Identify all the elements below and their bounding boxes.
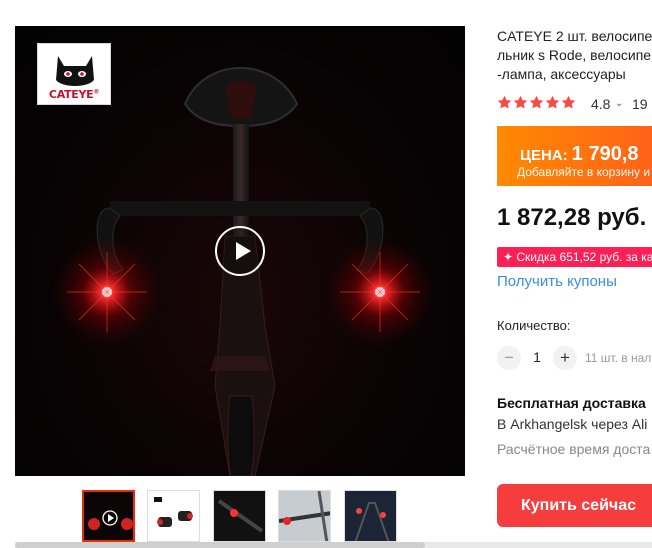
- product-main-image[interactable]: CATEYE®: [15, 26, 465, 476]
- price-note: Добавляйте в корзину и: [517, 165, 651, 179]
- review-count[interactable]: 19 (: [632, 96, 652, 112]
- shipping-time: Расчётное время доста: [497, 441, 651, 457]
- star-icon: [497, 95, 512, 109]
- quantity-label: Количество:: [497, 318, 571, 333]
- chevron-down-icon[interactable]: ⌄: [615, 98, 623, 109]
- quantity-increase-button[interactable]: +: [553, 346, 577, 370]
- thumbnail-4[interactable]: [278, 490, 331, 542]
- star-icon: [561, 95, 576, 109]
- get-coupons-link[interactable]: Получить купоны: [497, 273, 617, 290]
- quantity-decrease-button[interactable]: −: [497, 346, 521, 370]
- rating-row[interactable]: 4.8 ⌄ 19 (: [497, 95, 652, 113]
- scrollbar-thumb[interactable]: [15, 542, 425, 548]
- buy-now-button[interactable]: Купить сейчас: [497, 484, 652, 527]
- thumbnail-5[interactable]: [344, 490, 397, 542]
- shipping-route: В Arkhangelsk через Ali: [497, 416, 648, 432]
- shipping-title: Бесплатная доставка: [497, 395, 646, 411]
- play-icon[interactable]: [215, 226, 265, 276]
- thumbnail-1[interactable]: [82, 490, 135, 542]
- star-rating: [497, 95, 577, 115]
- thumbnail-strip: [82, 490, 398, 542]
- cat-face-icon: [56, 56, 94, 86]
- product-title: CATEYE 2 шт. велосипе льник s Rode, вело…: [497, 28, 652, 82]
- price-value: 1 790,8: [571, 143, 639, 165]
- logo-text: CATEYE®: [48, 88, 100, 101]
- thumbnail-3[interactable]: [213, 490, 266, 542]
- cateye-logo: CATEYE®: [37, 43, 111, 105]
- product-info-panel: CATEYE 2 шт. велосипе льник s Rode, вело…: [497, 0, 652, 548]
- discount-badge: ✦ Скидка 651,52 руб. за ка: [497, 247, 652, 267]
- price-banner: ЦЕНА: 1 790,8 Добавляйте в корзину и: [497, 126, 652, 186]
- star-icon: [529, 95, 544, 109]
- quantity-available: 11 шт. в нал: [585, 351, 652, 365]
- star-icon: [545, 95, 560, 109]
- price-label: ЦЕНА:: [520, 147, 572, 164]
- star-icon: [513, 95, 528, 109]
- quantity-value[interactable]: 1: [529, 349, 545, 365]
- thumbnail-2[interactable]: [147, 490, 200, 542]
- rating-value: 4.8: [591, 96, 611, 112]
- main-price: 1 872,28 руб.: [497, 204, 647, 231]
